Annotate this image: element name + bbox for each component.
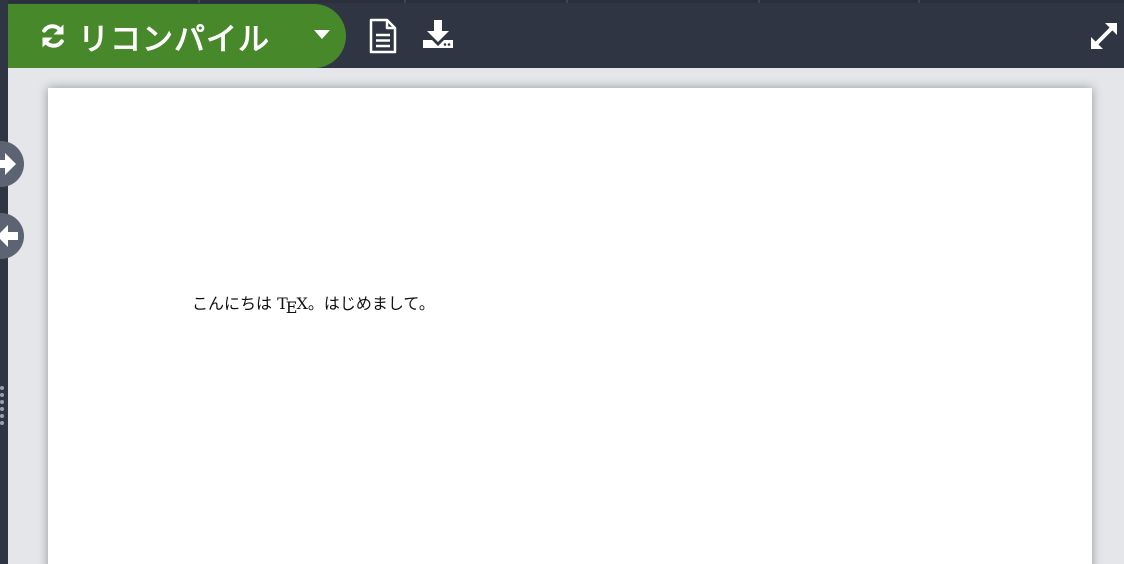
refresh-icon — [42, 24, 64, 48]
recompile-button[interactable]: リコンパイル — [8, 4, 346, 68]
drag-grip-icon[interactable] — [0, 386, 6, 428]
pdf-text-line: こんにちは TEX。はじめまして。 — [192, 290, 435, 317]
pdf-preview-pane: リコンパイル こんにちは TEX。はじめまして。 — [0, 0, 1124, 564]
document-icon[interactable] — [367, 18, 399, 54]
recompile-main[interactable]: リコンパイル — [8, 4, 270, 68]
toolbar-top-divider — [8, 0, 1124, 3]
download-icon[interactable] — [422, 18, 454, 54]
expand-icon[interactable] — [1088, 20, 1120, 52]
caret-down-icon[interactable] — [314, 30, 330, 39]
arrow-left-icon — [0, 225, 18, 247]
pdf-text-rest: 。はじめまして。 — [307, 294, 435, 313]
recompile-label: リコンパイル — [78, 21, 270, 58]
arrow-right-icon — [0, 153, 16, 175]
tex-logo-x: X — [296, 294, 308, 313]
editor-edge — [0, 0, 8, 564]
pdf-text-greeting: こんにちは — [192, 294, 278, 313]
preview-toolbar: リコンパイル — [8, 0, 1124, 68]
tex-logo-e: E — [285, 298, 298, 317]
pdf-page[interactable]: こんにちは TEX。はじめまして。 — [48, 88, 1092, 564]
sync-to-pdf-button[interactable] — [0, 141, 24, 187]
sync-to-code-button[interactable] — [0, 213, 24, 259]
